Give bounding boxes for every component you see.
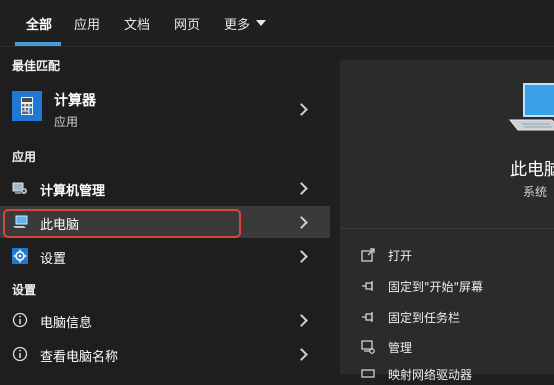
pc-info-label: 电脑信息 [40,316,93,331]
tab-web-label: 网页 [174,17,201,33]
tab-more[interactable]: 更多 [224,0,267,46]
settings-label: 设置 [40,252,67,267]
section-settings: 设置 [12,283,37,297]
active-tab-indicator [15,42,61,46]
best-match-calculator[interactable]: 计算器 应用 [0,84,330,132]
chevron-right-icon[interactable] [295,216,308,229]
action-manage[interactable]: 管理 [360,336,412,358]
section-apps: 应用 [12,150,37,164]
action-pin-taskbar-label: 固定到任务栏 [388,310,461,325]
tab-apps-label: 应用 [74,17,101,33]
tab-more-label: 更多 [224,17,251,33]
settings-gear-icon [12,248,28,264]
info-icon [12,346,28,362]
chevron-down-icon [256,20,267,26]
calculator-title: 计算器 [54,93,96,109]
chevron-right-icon[interactable] [295,314,308,327]
tab-web[interactable]: 网页 [174,0,200,46]
action-open-label: 打开 [388,248,413,263]
highlight-box [3,209,241,238]
section-best-match: 最佳匹配 [12,59,61,73]
tab-documents-label: 文档 [124,17,151,33]
open-icon [360,247,376,263]
info-icon [12,312,28,328]
result-computer-management[interactable]: 计算机管理 [0,174,330,202]
chevron-right-icon[interactable] [295,348,308,361]
action-map-drive-label: 映射网络驱动器 [388,367,473,382]
map-drive-icon [360,366,376,382]
calculator-subtitle: 应用 [54,115,79,129]
chevron-right-icon[interactable] [295,250,308,263]
detail-title: 此电脑 [510,160,554,180]
manage-icon [360,339,376,355]
view-pc-name-label: 查看电脑名称 [40,350,119,365]
action-pin-start[interactable]: 固定到"开始"屏幕 [360,275,483,297]
action-map-drive[interactable]: 映射网络驱动器 [360,363,472,385]
result-view-pc-name[interactable]: 查看电脑名称 [0,340,330,368]
search-tab-bar: 全部 应用 文档 网页 更多 [0,0,554,47]
detail-subtitle: 系统 [523,185,548,199]
action-open[interactable]: 打开 [360,244,412,266]
detail-divider [340,228,554,229]
result-settings[interactable]: 设置 [0,242,330,270]
action-manage-label: 管理 [388,340,413,355]
action-pin-start-label: 固定到"开始"屏幕 [388,279,484,294]
pin-icon [360,278,376,294]
this-pc-large-icon [508,82,554,142]
chevron-right-icon[interactable] [295,182,308,195]
result-pc-info[interactable]: 电脑信息 [0,306,330,334]
calculator-icon [12,91,42,121]
tab-all-label: 全部 [26,17,53,33]
computer-management-label: 计算机管理 [40,184,106,199]
chevron-right-icon[interactable] [295,103,308,116]
computer-management-icon [12,180,28,196]
tab-all[interactable]: 全部 [26,0,52,46]
tab-documents[interactable]: 文档 [124,0,150,46]
action-pin-taskbar[interactable]: 固定到任务栏 [360,306,460,328]
pin-icon [360,309,376,325]
tab-apps[interactable]: 应用 [74,0,100,46]
